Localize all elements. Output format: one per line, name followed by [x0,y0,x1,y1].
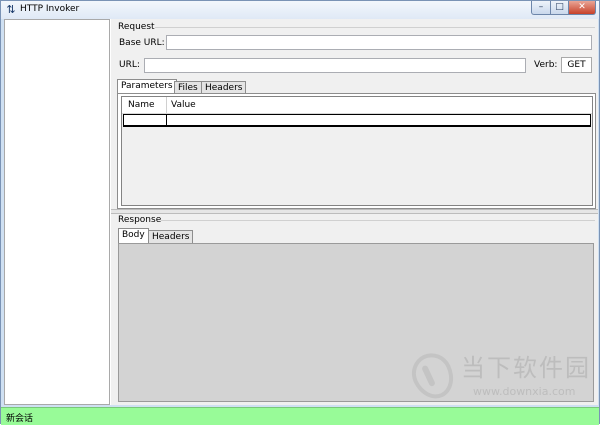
panel-splitter[interactable] [111,209,598,214]
watermark-url: www.downxia.com [473,385,576,398]
base-url-input[interactable] [166,35,592,50]
base-url-label: Base URL: [119,38,165,48]
verb-label: Verb: [534,60,558,70]
verb-select[interactable]: GET [561,57,592,73]
status-bar: 新会话 [1,407,599,425]
request-group-label: Request [118,22,155,32]
table-row[interactable] [123,114,591,127]
tab-parameters[interactable]: Parameters [117,79,177,94]
cell-separator [166,115,167,126]
window-title: HTTP Invoker [20,4,80,14]
close-button[interactable]: ✕ [568,1,596,15]
column-separator[interactable] [166,97,167,113]
response-group-border [161,220,595,221]
parameters-grid[interactable]: Name Value [121,96,593,206]
app-window: ⇅ HTTP Invoker – □ ✕ Request Base URL: U… [0,0,600,425]
app-icon[interactable]: ⇅ [6,3,16,17]
grid-header: Name Value [122,97,592,114]
title-bar[interactable]: ⇅ HTTP Invoker – □ ✕ [1,1,599,19]
url-input[interactable] [144,58,526,73]
tab-response-headers[interactable]: Headers [148,230,194,243]
tab-body[interactable]: Body [118,228,149,243]
status-text: 新会话 [6,414,34,424]
watermark-text: 当下软件园 [461,354,591,382]
url-label: URL: [119,60,140,70]
watermark: 当下软件园 www.downxia.com [405,346,593,406]
maximize-button[interactable]: □ [550,1,569,15]
request-group-border [155,27,595,28]
column-header-value[interactable]: Value [171,100,196,110]
minimize-button[interactable]: – [531,1,551,15]
response-group-label: Response [118,215,162,225]
session-list[interactable] [4,19,110,405]
watermark-logo-icon [405,346,461,406]
column-header-name[interactable]: Name [128,100,155,110]
